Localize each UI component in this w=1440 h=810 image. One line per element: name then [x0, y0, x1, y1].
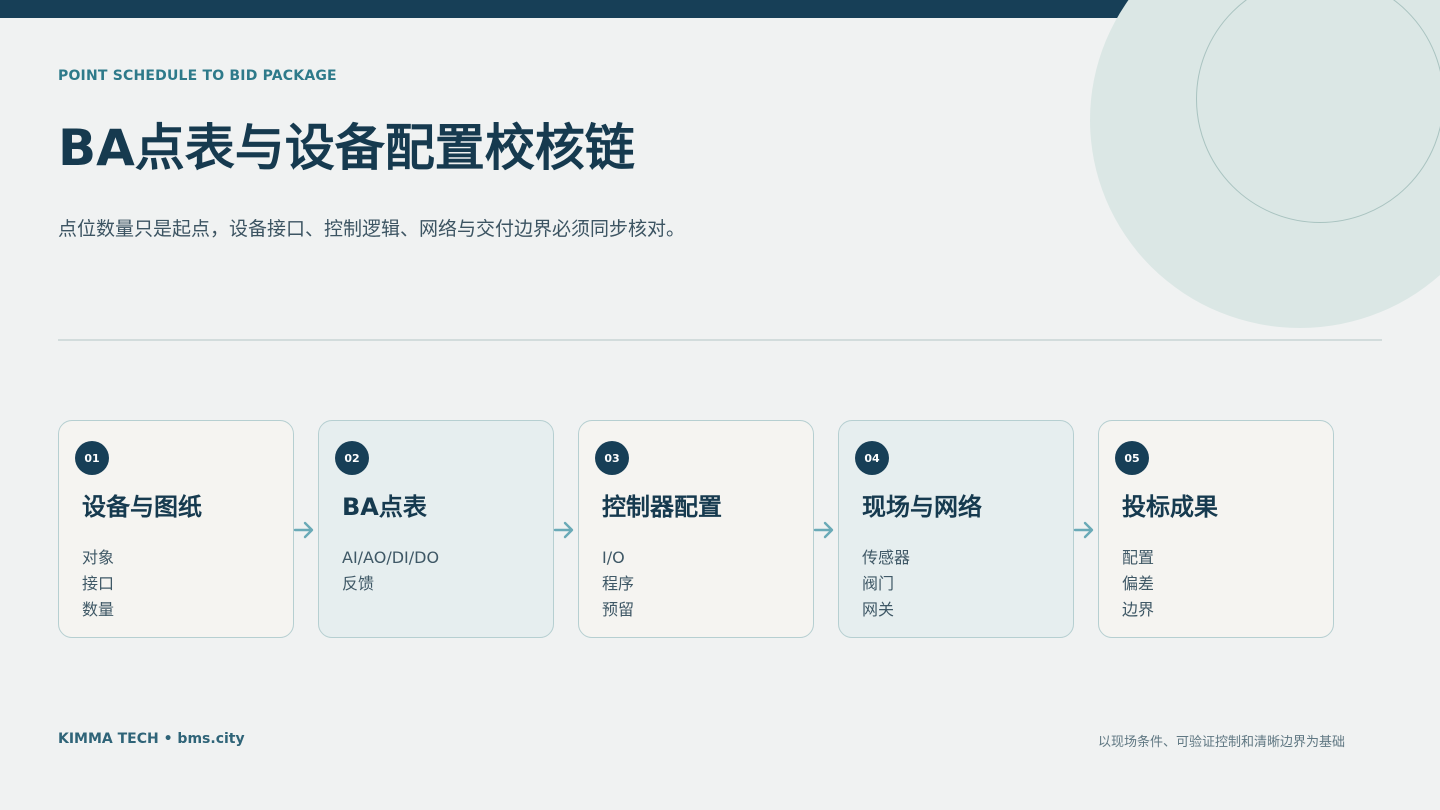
step-item: 接口	[82, 574, 115, 593]
step-items: 配置 偏差 边界	[1122, 545, 1154, 623]
step-number-badge: 04	[855, 441, 889, 475]
step-title: 设备与图纸	[82, 493, 202, 521]
step-title: 现场与网络	[862, 493, 982, 521]
step-item: 程序	[602, 574, 635, 593]
step-items: 传感器 阀门 网关	[862, 545, 910, 623]
step-card-2: 02 BA点表 AI/AO/DI/DO 反馈	[318, 420, 554, 638]
footer-tagline: 以现场条件、可验证控制和清晰边界为基础	[1097, 735, 1345, 750]
step-item: 配置	[1122, 548, 1155, 567]
step-item: 数量	[82, 600, 115, 619]
arrow-right-icon	[1073, 521, 1094, 539]
step-items: 对象 接口 数量	[82, 545, 114, 623]
step-item: 反馈	[342, 574, 375, 593]
step-number-badge: 02	[335, 441, 369, 475]
arrow-right-icon	[813, 521, 834, 539]
step-item: 边界	[1122, 600, 1155, 619]
arrow-right-icon	[293, 521, 314, 539]
step-item: 偏差	[1122, 574, 1155, 593]
step-item: 传感器	[862, 548, 911, 567]
step-card-1: 01 设备与图纸 对象 接口 数量	[58, 420, 294, 638]
step-item: I/O	[602, 548, 625, 567]
step-items: AI/AO/DI/DO 反馈	[342, 545, 439, 597]
step-item: 阀门	[862, 574, 895, 593]
page-subtitle: 点位数量只是起点，设备接口、控制逻辑、网络与交付边界必须同步核对。	[58, 218, 686, 240]
page-title: BA点表与设备配置校核链	[58, 119, 635, 177]
arrow-right-icon	[553, 521, 574, 539]
step-item: 网关	[862, 600, 895, 619]
step-items: I/O 程序 预留	[602, 545, 634, 623]
step-card-4: 04 现场与网络 传感器 阀门 网关	[838, 420, 1074, 638]
step-item: 对象	[82, 548, 115, 567]
step-number-badge: 01	[75, 441, 109, 475]
eyebrow-label: POINT SCHEDULE TO BID PACKAGE	[58, 68, 337, 84]
footer-brand: KIMMA TECH • bms.city	[58, 731, 245, 747]
section-divider	[58, 339, 1382, 341]
step-item: 预留	[602, 600, 635, 619]
step-title: 投标成果	[1122, 493, 1218, 521]
step-card-3: 03 控制器配置 I/O 程序 预留	[578, 420, 814, 638]
step-item: AI/AO/DI/DO	[342, 548, 440, 567]
step-card-5: 05 投标成果 配置 偏差 边界	[1098, 420, 1334, 638]
step-number-badge: 03	[595, 441, 629, 475]
step-title: 控制器配置	[602, 493, 722, 521]
step-number-badge: 05	[1115, 441, 1149, 475]
step-title: BA点表	[342, 493, 427, 521]
